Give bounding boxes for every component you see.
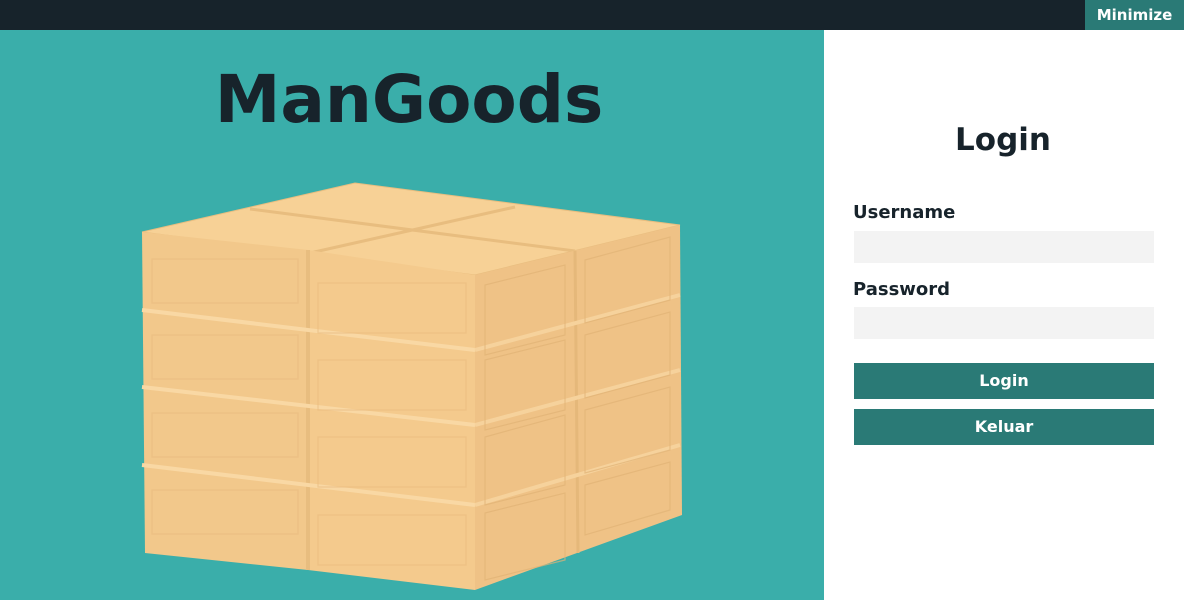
app-title: ManGoods xyxy=(214,61,604,138)
username-input[interactable] xyxy=(854,231,1154,263)
username-label: Username xyxy=(853,202,956,223)
password-label: Password xyxy=(853,279,951,300)
login-button[interactable]: Login xyxy=(854,363,1154,399)
stacked-crates-icon xyxy=(141,182,682,590)
brand-panel: ManGoods xyxy=(0,30,824,600)
minimize-button[interactable]: Minimize xyxy=(1085,0,1184,30)
window-titlebar: Minimize xyxy=(0,0,1184,30)
login-panel: Login Username Password Login Keluar xyxy=(824,30,1184,600)
exit-button[interactable]: Keluar xyxy=(854,409,1154,445)
password-input[interactable] xyxy=(854,307,1154,339)
login-heading: Login xyxy=(955,122,1051,158)
